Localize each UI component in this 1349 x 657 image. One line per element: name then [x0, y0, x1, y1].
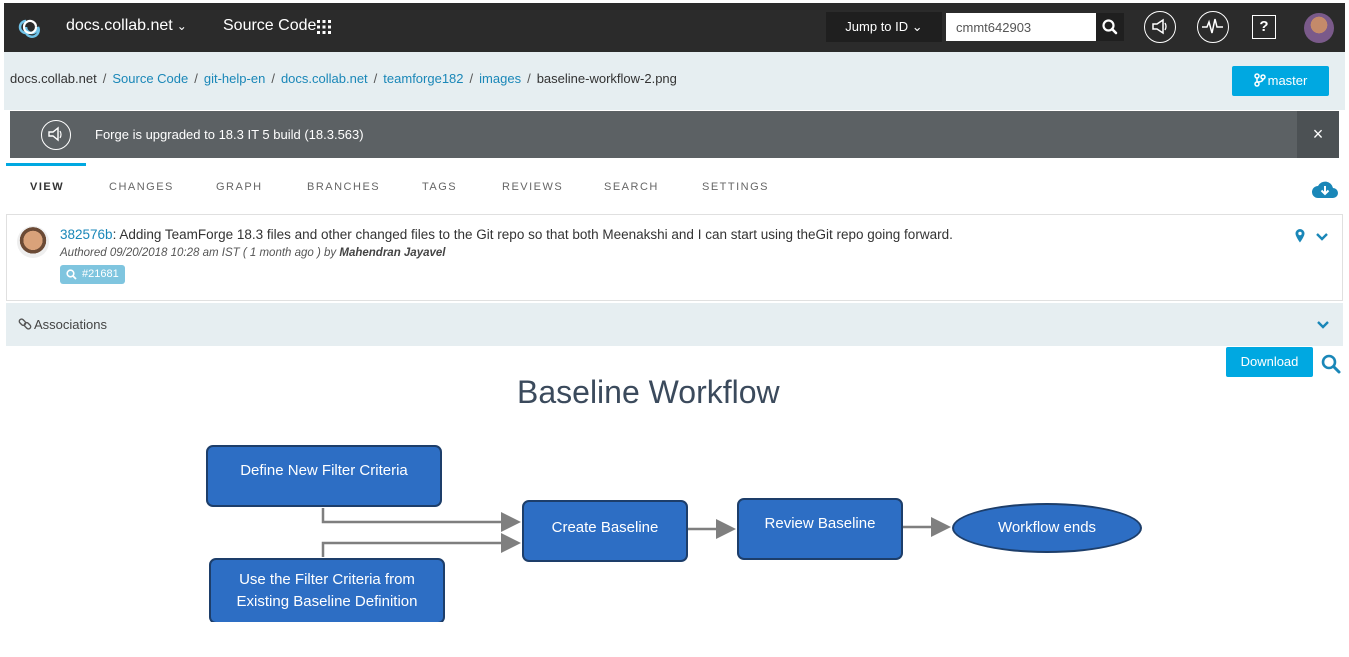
breadcrumb-link[interactable]: images: [479, 71, 521, 86]
jump-to-id-dropdown[interactable]: Jump to ID ⌄: [826, 12, 942, 42]
location-pin-icon[interactable]: [1294, 228, 1306, 244]
megaphone-icon: [1152, 18, 1167, 35]
tab-search[interactable]: SEARCH: [604, 181, 659, 193]
tab-reviews[interactable]: REVIEWS: [502, 181, 563, 193]
tab-tags[interactable]: TAGS: [422, 181, 457, 193]
project-name: docs.collab.net: [66, 17, 173, 34]
branch-label: master: [1267, 73, 1308, 88]
announcement-banner: Forge is upgraded to 18.3 IT 5 build (18…: [10, 111, 1339, 158]
commit-message-text: : Adding TeamForge 18.3 files and other …: [112, 227, 953, 242]
help-icon[interactable]: ?: [1252, 15, 1276, 39]
announcement-text: Forge is upgraded to 18.3 IT 5 build (18…: [95, 127, 364, 142]
associations-panel[interactable]: Associations: [6, 303, 1343, 346]
artifact-id: #21681: [82, 268, 119, 280]
connector-define-to-create: [321, 508, 521, 532]
author-name: Mahendran Jayavel: [339, 247, 446, 259]
tab-graph[interactable]: GRAPH: [216, 181, 263, 193]
artifact-badge[interactable]: #21681: [60, 265, 125, 284]
download-button[interactable]: Download: [1226, 347, 1313, 377]
commit-message: 382576b: Adding TeamForge 18.3 files and…: [60, 227, 953, 242]
active-tab-indicator: [6, 163, 86, 166]
node-use-filter: Use the Filter Criteria from Existing Ba…: [209, 558, 445, 622]
node-review-baseline: Review Baseline: [737, 498, 903, 560]
node-workflow-ends: Workflow ends: [952, 503, 1142, 553]
authored-text: Authored 09/20/2018 10:28 am IST ( 1 mon…: [60, 247, 340, 259]
user-avatar[interactable]: [1304, 13, 1334, 43]
tab-view[interactable]: VIEW: [30, 181, 64, 193]
chevron-down-icon: ⌄: [911, 19, 923, 34]
close-icon[interactable]: ×: [1297, 111, 1339, 158]
branch-button[interactable]: master: [1232, 66, 1329, 96]
breadcrumb-bar: docs.collab.net / Source Code / git-help-en /…: [4, 52, 1345, 110]
project-switcher[interactable]: docs.collab.net ⌄: [66, 17, 187, 35]
pulse-icon: [1202, 18, 1223, 34]
zoom-icon[interactable]: [1320, 353, 1342, 375]
node-use-filter-line2: Existing Baseline Definition: [236, 593, 418, 610]
commit-hash-link[interactable]: 382576b: [60, 227, 113, 242]
node-use-filter-line1: Use the Filter Criteria from: [239, 571, 415, 588]
top-nav-bar: docs.collab.net ⌄ Source Code Jump to ID …: [4, 3, 1345, 52]
breadcrumb: docs.collab.net / Source Code / git-help-en /…: [10, 71, 677, 86]
jump-id-input[interactable]: [946, 13, 1096, 41]
link-icon: [18, 318, 32, 330]
search-icon: [1102, 19, 1118, 35]
source-code-menu[interactable]: Source Code: [223, 17, 316, 35]
chevron-down-icon[interactable]: [1316, 320, 1330, 330]
breadcrumb-link[interactable]: Source Code: [112, 71, 188, 86]
associations-label: Associations: [34, 317, 107, 332]
collabnet-logo-icon[interactable]: [16, 15, 48, 39]
tab-changes[interactable]: CHANGES: [109, 181, 174, 193]
chevron-down-icon: ⌄: [176, 19, 187, 33]
node-create-baseline: Create Baseline: [522, 500, 688, 562]
tab-branches[interactable]: BRANCHES: [307, 181, 380, 193]
node-define-filter: Define New Filter Criteria: [206, 445, 442, 507]
commit-meta: Authored 09/20/2018 10:28 am IST ( 1 mon…: [60, 247, 445, 259]
commit-panel: 382576b: Adding TeamForge 18.3 files and…: [6, 214, 1343, 301]
repo-tabs: VIEW CHANGES GRAPH BRANCHES TAGS REVIEWS…: [4, 163, 1345, 209]
megaphone-icon: [41, 120, 71, 150]
breadcrumb-link[interactable]: teamforge182: [383, 71, 463, 86]
breadcrumb-link[interactable]: docs.collab.net: [281, 71, 368, 86]
connector-use-to-create: [321, 533, 521, 557]
search-icon: [66, 269, 77, 280]
chevron-down-icon[interactable]: [1315, 232, 1329, 242]
jump-to-label: Jump to ID: [845, 19, 909, 34]
apps-grid-icon[interactable]: [317, 20, 331, 34]
breadcrumb-current: baseline-workflow-2.png: [536, 71, 677, 86]
breadcrumb-link[interactable]: git-help-en: [204, 71, 265, 86]
announcements-button[interactable]: [1144, 11, 1176, 43]
breadcrumb-root: docs.collab.net: [10, 71, 97, 86]
author-avatar: [17, 226, 49, 258]
image-preview: Baseline Workflow Define New Filter Crit…: [0, 360, 1349, 622]
cloud-download-icon[interactable]: [1310, 177, 1340, 201]
search-button[interactable]: [1096, 13, 1124, 41]
branch-icon: [1253, 73, 1266, 87]
diagram-connectors: [321, 508, 951, 557]
activity-button[interactable]: [1197, 11, 1229, 43]
tab-settings[interactable]: SETTINGS: [702, 181, 769, 193]
